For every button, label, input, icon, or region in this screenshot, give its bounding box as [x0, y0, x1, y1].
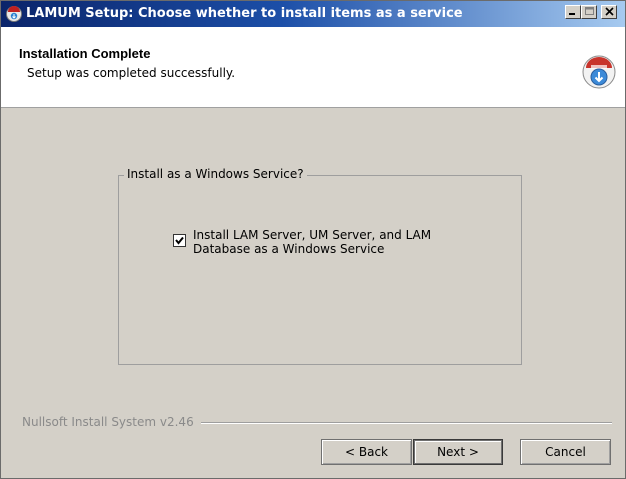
close-icon — [604, 7, 614, 16]
maximize-icon — [584, 7, 594, 15]
install-service-label[interactable]: Install LAM Server, UM Server, and LAM D… — [193, 228, 453, 256]
service-groupbox: Install as a Windows Service? — [118, 167, 522, 365]
minimize-button[interactable] — [565, 5, 581, 19]
maximize-button[interactable] — [581, 5, 597, 19]
nsis-branding: Nullsoft Install System v2.46 — [22, 415, 194, 429]
installer-disk-icon — [582, 55, 616, 89]
back-button[interactable]: < Back — [321, 439, 412, 465]
install-service-checkbox[interactable] — [173, 234, 186, 247]
footer-divider — [201, 422, 612, 424]
title-bar[interactable]: LAMUM Setup: Choose whether to install i… — [1, 1, 625, 27]
header-panel: Installation Complete Setup was complete… — [1, 27, 625, 108]
cancel-button[interactable]: Cancel — [520, 439, 611, 465]
window-title: LAMUM Setup: Choose whether to install i… — [26, 6, 463, 21]
page-subtitle: Setup was completed successfully. — [27, 66, 236, 80]
minimize-icon — [569, 13, 575, 15]
page-title: Installation Complete — [19, 46, 151, 61]
close-button[interactable] — [601, 5, 617, 19]
setup-window: LAMUM Setup: Choose whether to install i… — [0, 0, 626, 479]
setup-app-icon — [6, 6, 22, 22]
groupbox-legend: Install as a Windows Service? — [124, 167, 307, 181]
next-button[interactable]: Next > — [413, 439, 503, 465]
checkmark-icon — [175, 236, 184, 245]
